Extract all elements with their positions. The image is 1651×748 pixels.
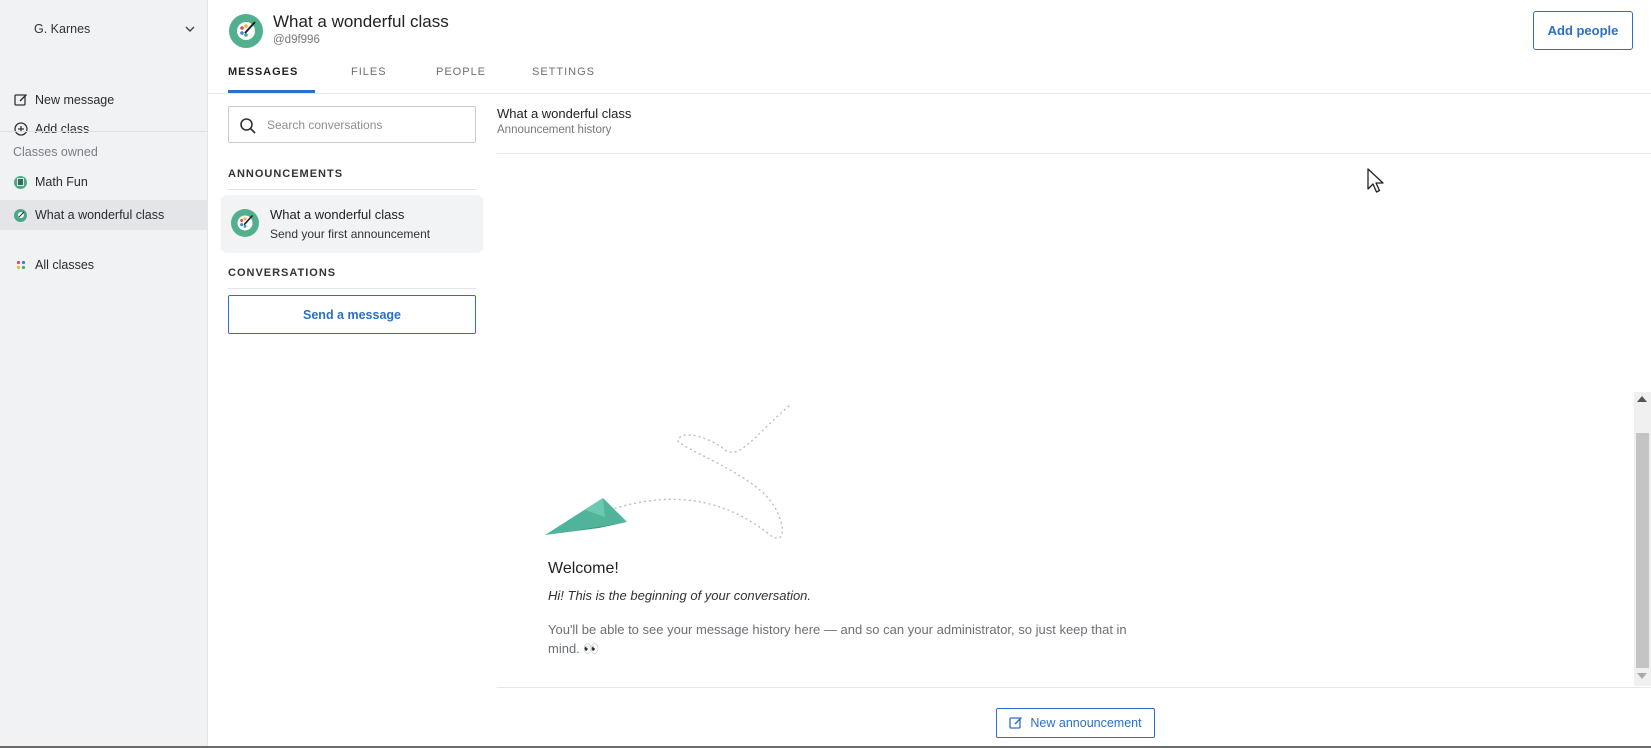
chevron-down-icon xyxy=(185,26,195,32)
sidebar-item-label: What a wonderful class xyxy=(35,208,165,222)
compose-icon xyxy=(1009,716,1023,729)
search-input[interactable]: Search conversations xyxy=(228,106,476,143)
class-code: @d9f996 xyxy=(273,34,320,46)
add-people-button[interactable]: Add people xyxy=(1533,11,1633,50)
tab-people[interactable]: PEOPLE xyxy=(436,66,486,78)
class-palette-icon xyxy=(13,208,28,223)
page-title: What a wonderful class xyxy=(273,12,449,31)
grid-dots-icon xyxy=(13,258,28,273)
sidebar-item-label: All classes xyxy=(35,258,95,272)
new-announcement-button[interactable]: New announcement xyxy=(996,708,1155,738)
class-avatar-palette-icon xyxy=(231,209,259,237)
paper-plane-illustration xyxy=(545,404,791,539)
composer-divider xyxy=(497,687,1651,688)
new-message-button[interactable]: New message xyxy=(0,86,208,114)
sidebar-item-what-a-wonderful-class[interactable]: What a wonderful class xyxy=(0,200,208,230)
announcement-subtitle: Send your first announcement xyxy=(270,227,431,241)
sidebar-divider xyxy=(0,131,208,132)
mouse-cursor-icon xyxy=(1367,168,1384,193)
compose-icon xyxy=(13,93,28,108)
tab-files[interactable]: FILES xyxy=(351,66,387,78)
conversations-divider xyxy=(228,288,476,289)
scroll-down-arrow-icon[interactable] xyxy=(1637,673,1647,679)
conversations-heading: CONVERSATIONS xyxy=(228,267,337,279)
sidebar: G. Karnes New message Add class Classes … xyxy=(0,0,208,748)
welcome-heading: Welcome! xyxy=(548,560,619,577)
classes-owned-label: Classes owned xyxy=(13,145,98,159)
add-class-label: Add class xyxy=(35,122,90,136)
welcome-intro: Hi! This is the beginning of your conver… xyxy=(548,588,812,603)
conversation-divider xyxy=(497,153,1651,154)
class-header: What a wonderful class @d9f996 Add peopl… xyxy=(208,0,1651,94)
sidebar-item-all-classes[interactable]: All classes xyxy=(0,251,208,279)
user-menu[interactable]: G. Karnes xyxy=(0,14,208,44)
announcement-list-item[interactable]: What a wonderful class Send your first a… xyxy=(221,195,483,253)
announcement-title: What a wonderful class xyxy=(270,207,405,222)
user-name: G. Karnes xyxy=(34,22,91,36)
active-tab-indicator xyxy=(228,90,315,93)
send-message-button[interactable]: Send a message xyxy=(228,295,476,334)
sidebar-item-label: Math Fun xyxy=(35,175,88,189)
class-avatar-palette-icon xyxy=(229,14,263,48)
conversation-title: What a wonderful class xyxy=(497,106,632,121)
add-class-button[interactable]: Add class xyxy=(0,115,208,143)
new-message-label: New message xyxy=(35,93,115,107)
class-notebook-icon xyxy=(13,175,28,190)
conversation-subtitle: Announcement history xyxy=(497,124,612,136)
search-placeholder: Search conversations xyxy=(267,117,383,132)
sidebar-item-math-fun[interactable]: Math Fun xyxy=(0,168,208,196)
new-announcement-label: New announcement xyxy=(1030,716,1142,730)
history-note: You'll be able to see your message histo… xyxy=(548,622,1127,656)
scrollbar-thumb[interactable] xyxy=(1636,433,1649,668)
search-icon xyxy=(240,118,256,134)
scroll-up-arrow-icon[interactable] xyxy=(1637,396,1647,402)
tab-messages[interactable]: MESSAGES xyxy=(228,66,298,78)
announcements-divider xyxy=(228,189,476,190)
plus-circle-icon xyxy=(13,122,28,137)
tab-settings[interactable]: SETTINGS xyxy=(532,66,595,78)
announcements-heading: ANNOUNCEMENTS xyxy=(228,168,344,180)
